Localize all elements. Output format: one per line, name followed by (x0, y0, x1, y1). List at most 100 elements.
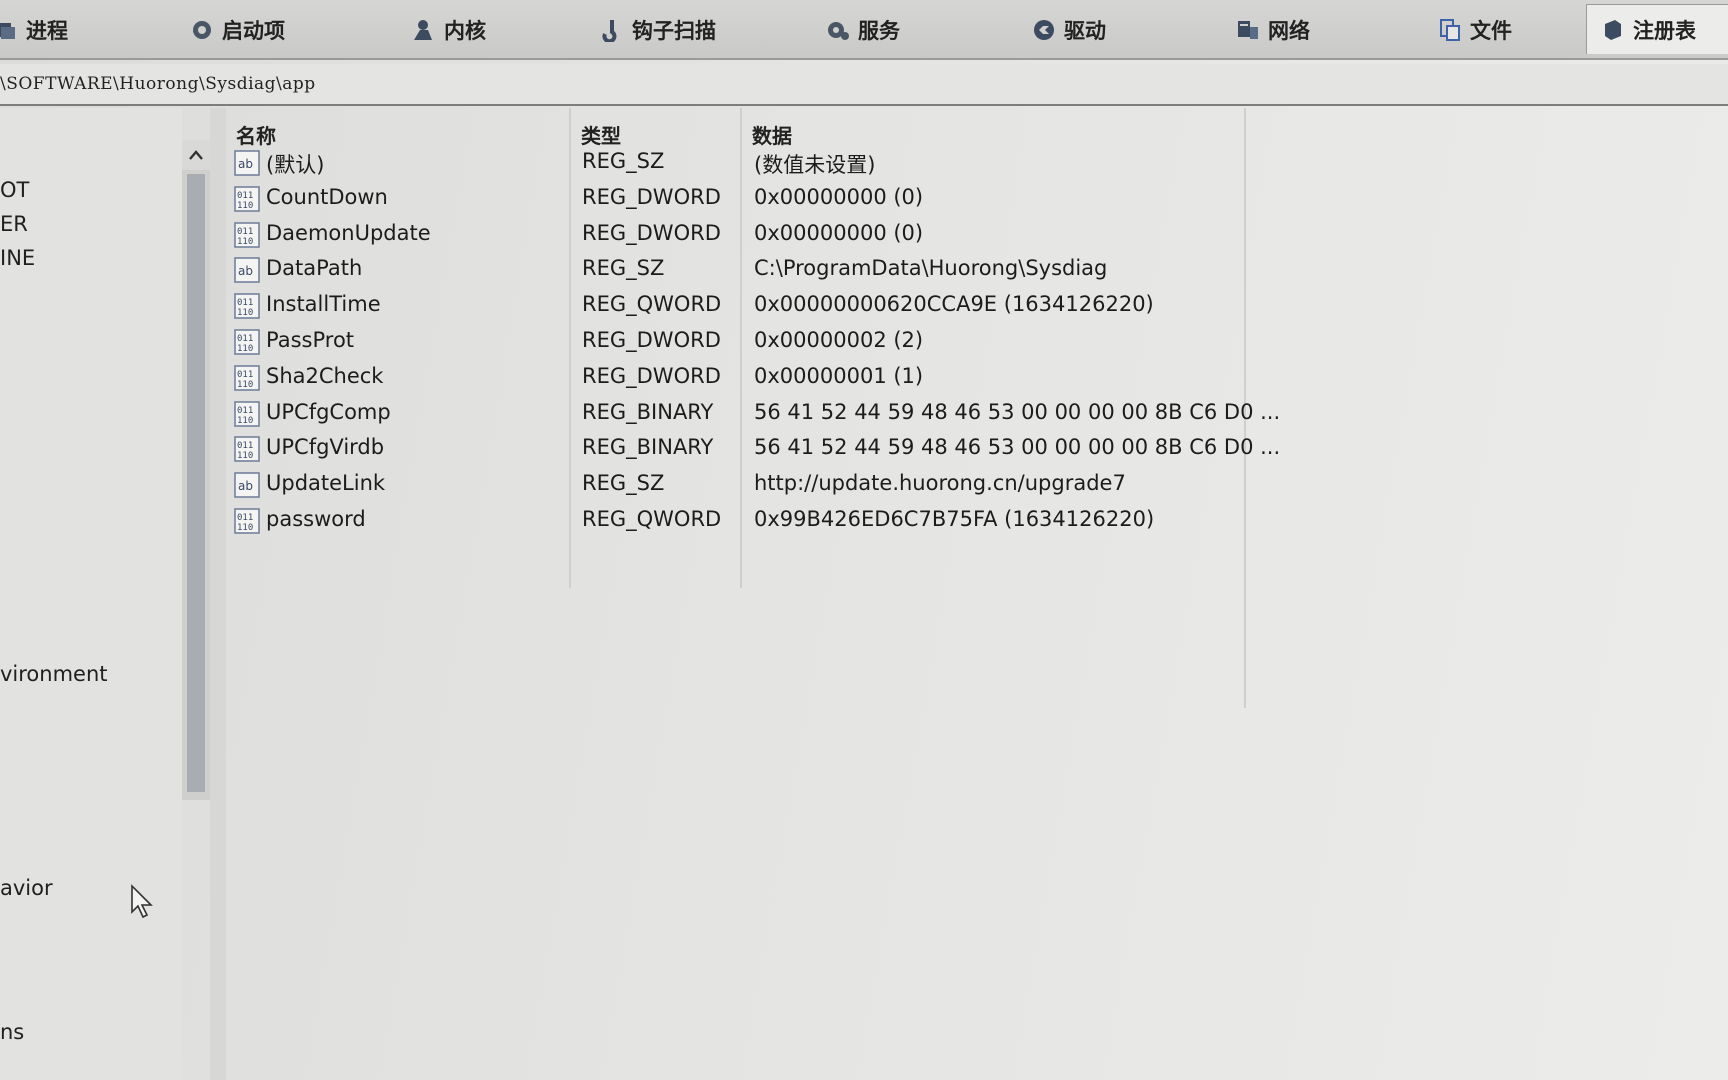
svg-text:110: 110 (237, 344, 253, 354)
table-row[interactable]: ab (默认) REG_SZ (数值未设置) (226, 146, 1246, 180)
service-gear-icon (826, 18, 850, 42)
tab-services[interactable]: 服务 (826, 12, 900, 48)
value-data-cell: 0x00000000 (0) (754, 220, 924, 245)
table-row[interactable]: 011 110 CountDown REG_DWORD 0x00000000 (0) (226, 182, 1246, 216)
value-name-cell: DataPath (266, 256, 363, 281)
tab-label: 服务 (858, 19, 900, 43)
svg-text:ab: ab (238, 264, 253, 278)
user-icon (412, 18, 436, 42)
value-type-cell: REG_QWORD (582, 292, 722, 317)
value-type-cell: REG_DWORD (582, 220, 721, 245)
value-type-cell: REG_QWORD (582, 507, 722, 531)
svg-text:011: 011 (237, 406, 253, 416)
value-data-cell: (数值未设置) (754, 153, 876, 177)
tab-kernel[interactable]: 内核 (412, 12, 486, 48)
svg-text:011: 011 (237, 513, 253, 523)
file-icon (1438, 18, 1462, 42)
svg-text:110: 110 (237, 201, 253, 211)
value-type-cell: REG_DWORD (582, 328, 721, 352)
table-row[interactable]: 011 110 Sha2Check REG_DWORD 0x00000001 (1) (226, 361, 1246, 395)
tab-registry[interactable]: 注册表 (1586, 4, 1728, 54)
splitter[interactable] (210, 108, 226, 1080)
svg-text:110: 110 (237, 451, 253, 461)
svg-text:110: 110 (237, 380, 253, 390)
table-row[interactable]: 011 110 DaemonUpdate REG_DWORD 0x00000000 (0… (226, 218, 1246, 252)
tab-network[interactable]: 网络 (1236, 12, 1310, 48)
value-data-cell: C:\ProgramData\Huorong\Sysdiag (754, 256, 1108, 281)
value-type-cell: REG_BINARY (582, 399, 714, 424)
tab-label: 文件 (1470, 19, 1512, 43)
tab-files[interactable]: 文件 (1438, 12, 1512, 48)
tree-item[interactable]: avior (0, 876, 53, 900)
tab-label: 内核 (444, 19, 486, 43)
gear-icon (190, 18, 214, 42)
value-name-cell: UPCfgComp (266, 399, 391, 424)
value-name-cell: UPCfgVirdb (266, 435, 385, 460)
value-type-cell: REG_DWORD (582, 363, 721, 388)
tab-hook-scan[interactable]: 钩子扫描 (600, 12, 716, 48)
value-name-cell: DaemonUpdate (266, 220, 431, 245)
registry-path-bar[interactable]: \SOFTWARE\Huorong\Sysdiag\app (0, 64, 1728, 106)
svg-text:011: 011 (237, 441, 253, 451)
value-data-cell: 0x00000000620CCA9E (1634126220) (754, 292, 1154, 317)
registry-editor-window: 进程 启动项 内核 钩子扫描 服务 驱动 网络 文件 注册表 \SOFTWARE… (0, 0, 1728, 1080)
tree-item[interactable]: OT (0, 178, 29, 202)
string-value-icon: ab (234, 150, 260, 176)
svg-text:110: 110 (237, 523, 253, 533)
binary-value-icon: 011 110 (234, 293, 260, 319)
table-row[interactable]: 011 110 PassProt REG_DWORD 0x00000002 (2) (226, 325, 1246, 359)
tree-item[interactable]: INE (0, 246, 35, 270)
svg-text:110: 110 (237, 308, 253, 318)
table-row[interactable]: 011 110 UPCfgVirdb REG_BINARY 56 41 52 44 59… (226, 432, 1280, 466)
value-type-cell: REG_SZ (582, 471, 665, 496)
tab-label: 启动项 (222, 19, 285, 43)
value-type-cell: REG_DWORD (582, 184, 721, 209)
value-type-cell: REG_SZ (582, 149, 665, 173)
value-data-cell: 56 41 52 44 59 48 46 53 00 00 00 00 8B C… (754, 399, 1281, 424)
network-icon (1236, 18, 1260, 42)
binary-value-icon: 011 110 (234, 221, 260, 248)
scroll-thumb[interactable] (187, 174, 205, 792)
process-icon (0, 18, 18, 42)
tab-label: 注册表 (1633, 18, 1696, 43)
table-row[interactable]: 011 110 InstallTime REG_QWORD 0x00000000620C… (226, 289, 1246, 323)
value-name-cell: UpdateLink (266, 471, 386, 496)
value-data-cell: 0x99B426ED6C7B75FA (1634126220) (754, 507, 1155, 531)
svg-text:110: 110 (237, 416, 253, 426)
driver-icon (1032, 18, 1056, 42)
chevron-up-icon (189, 150, 203, 160)
table-row[interactable]: ab UpdateLink REG_SZ http://update.huorong.… (226, 468, 1246, 502)
value-name-cell: password (266, 507, 366, 531)
value-data-cell: 0x00000001 (1) (754, 363, 924, 388)
tree-item[interactable]: ns (0, 1020, 24, 1044)
svg-text:011: 011 (237, 370, 253, 380)
binary-value-icon: 011 110 (234, 365, 260, 391)
table-row[interactable]: ab DataPath REG_SZ C:\ProgramData\Huorong\S… (226, 253, 1246, 287)
table-row[interactable]: 011 110 UPCfgComp REG_BINARY 56 41 52 44 59 … (226, 397, 1280, 431)
tab-drivers[interactable]: 驱动 (1032, 12, 1106, 48)
tab-label: 网络 (1268, 19, 1310, 43)
value-type-cell: REG_SZ (582, 256, 665, 281)
tree-item[interactable]: ER (0, 212, 28, 236)
tree-scrollbar[interactable] (182, 140, 210, 800)
registry-values-list: 名称 类型 数据 ab (默认) REG_SZ (数值未设置) 011 110 CountD… (226, 108, 1728, 1080)
column-header-name[interactable]: 名称 (236, 120, 276, 149)
tab-startup[interactable]: 启动项 (190, 12, 285, 48)
column-header-type[interactable]: 类型 (581, 120, 621, 149)
tool-tab-bar: 进程 启动项 内核 钩子扫描 服务 驱动 网络 文件 注册表 (0, 0, 1728, 60)
value-name-cell: PassProt (266, 328, 355, 352)
table-row[interactable]: 011 110 password REG_QWORD 0x99B426ED6C7B75F… (226, 504, 1246, 538)
registry-icon (1601, 18, 1625, 42)
column-header-data[interactable]: 数据 (752, 120, 792, 149)
value-name-cell: CountDown (266, 184, 388, 209)
tree-item[interactable]: vironment (0, 662, 108, 686)
registry-tree-panel: OT ER INE vironment avior ns (0, 108, 182, 1080)
scroll-up-button[interactable] (182, 140, 210, 170)
svg-text:011: 011 (237, 298, 253, 308)
tab-label: 驱动 (1064, 19, 1106, 43)
binary-value-icon: 011 110 (234, 400, 260, 427)
tab-process[interactable]: 进程 (0, 12, 68, 48)
value-data-cell: 56 41 52 44 59 48 46 53 00 00 00 00 8B C… (754, 435, 1281, 460)
svg-text:ab: ab (238, 157, 253, 171)
hook-icon (600, 18, 624, 42)
